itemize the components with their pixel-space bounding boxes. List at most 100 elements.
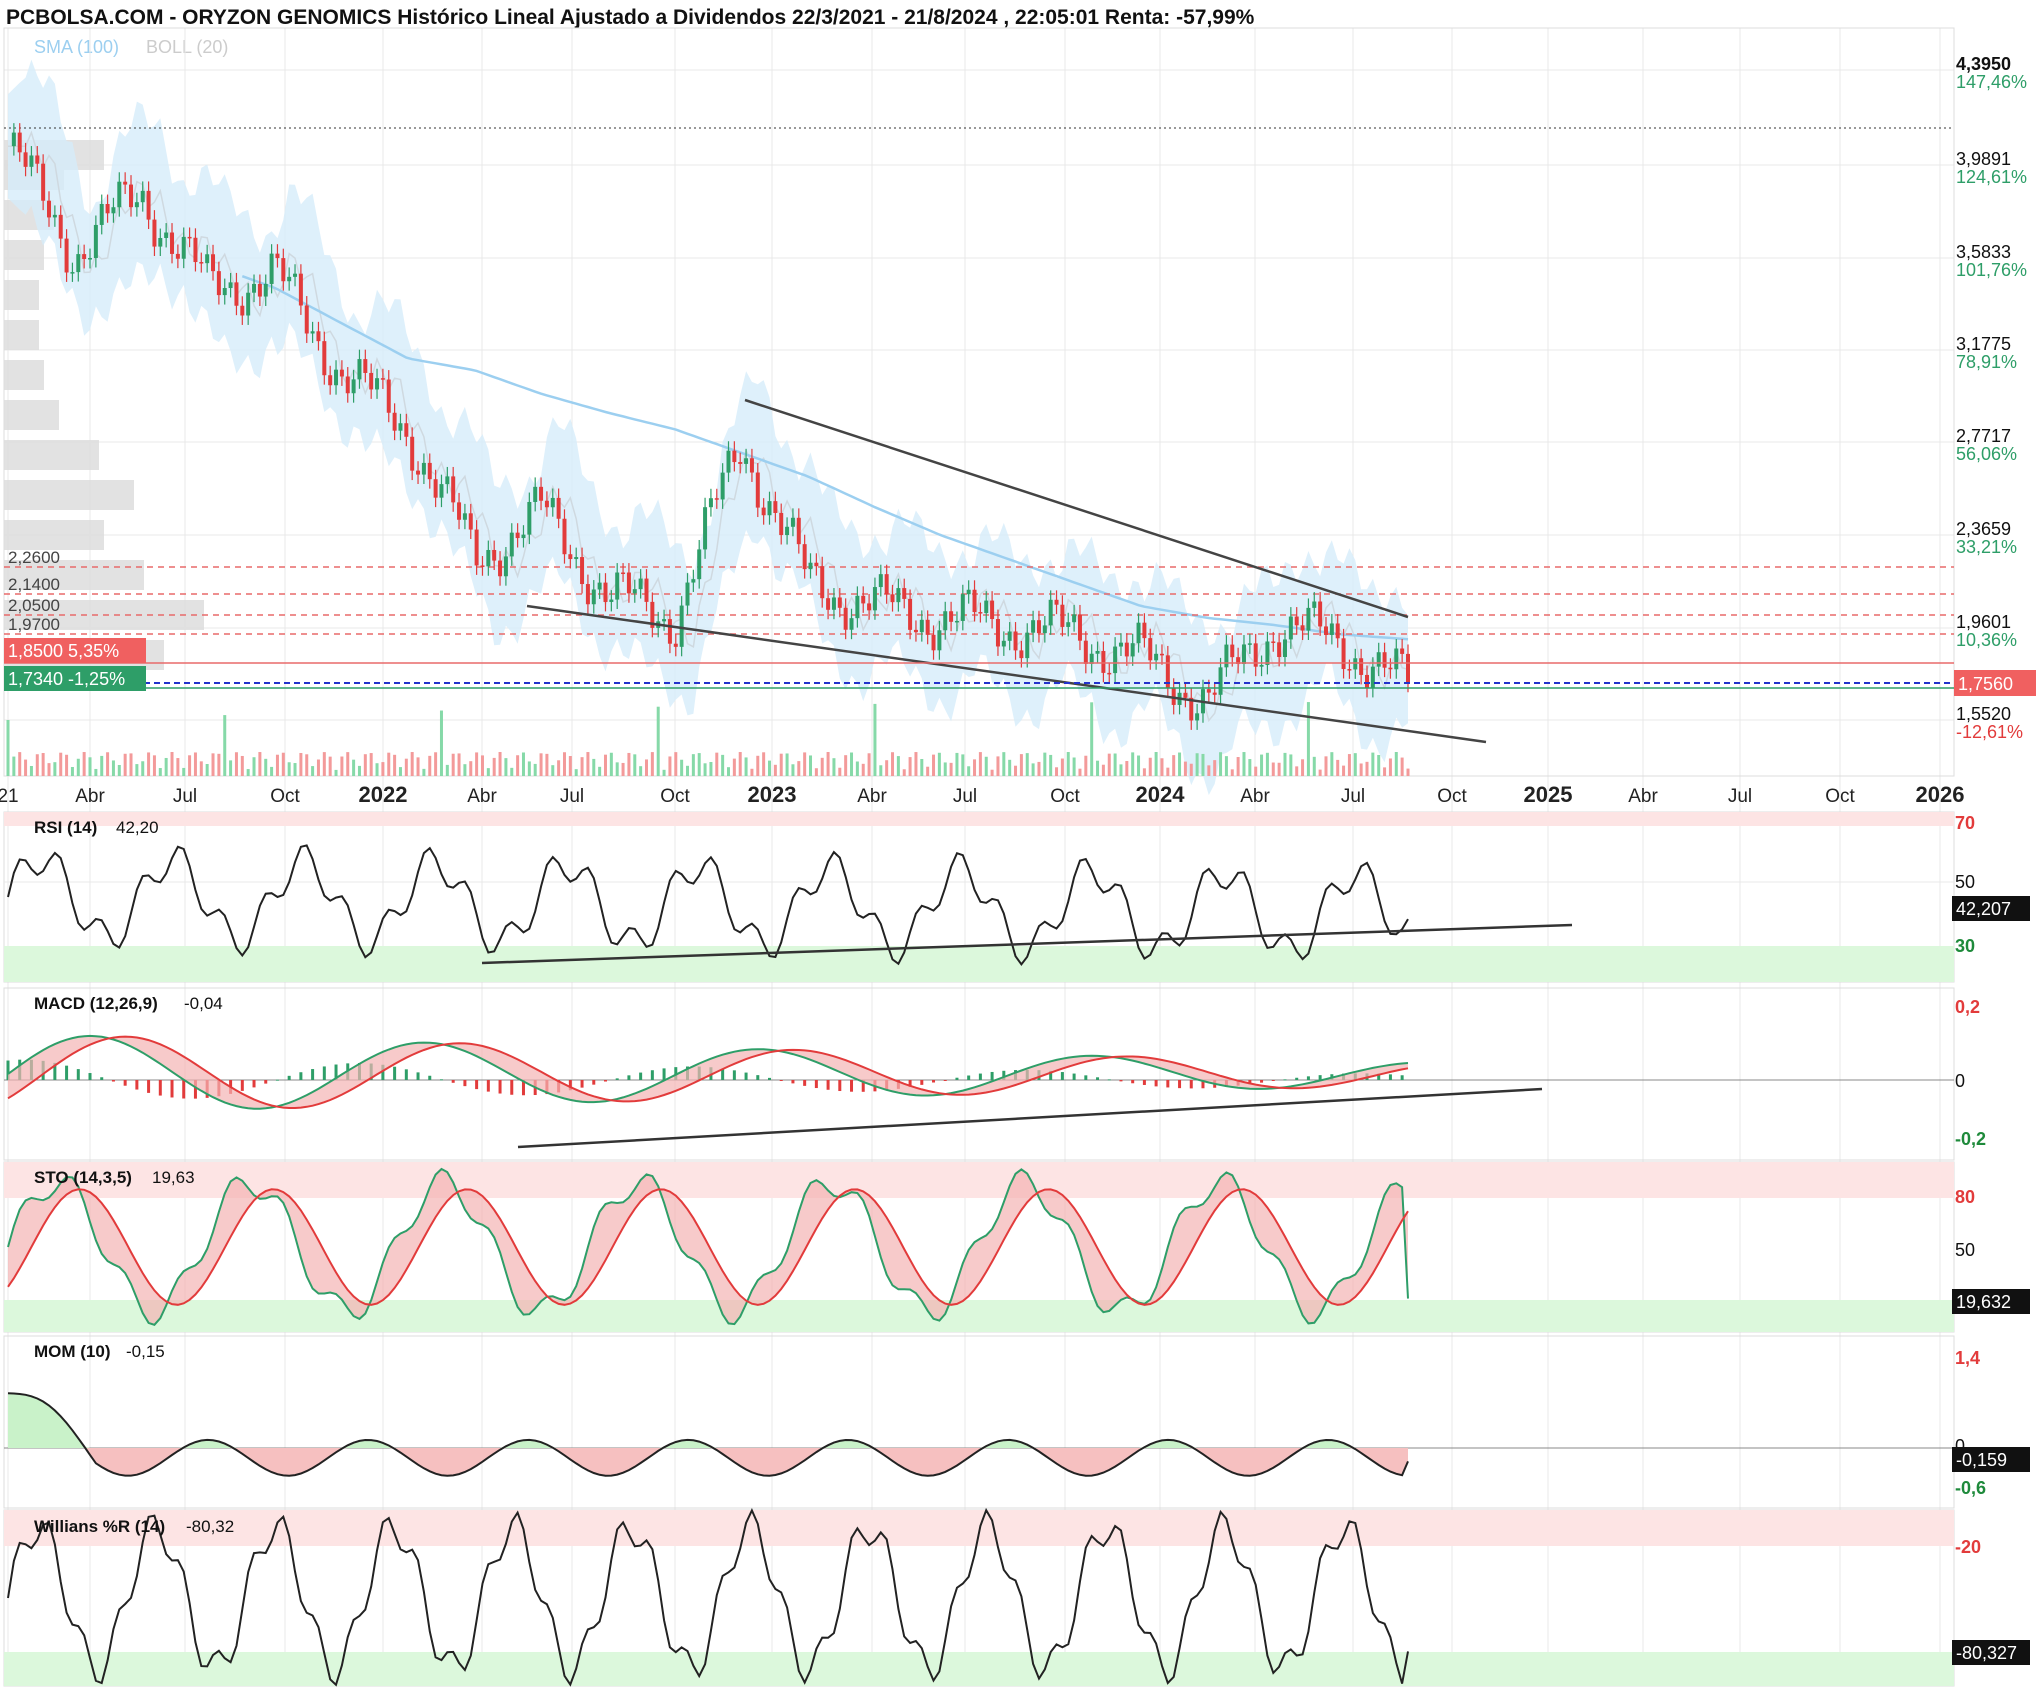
volume-bar	[117, 764, 121, 776]
candle-body	[1025, 632, 1030, 659]
volume-bar	[346, 752, 350, 776]
candle-body	[58, 214, 63, 239]
x-tick-label: Oct	[1825, 786, 1855, 807]
volume-bar	[750, 768, 754, 776]
volume-bar	[586, 752, 590, 776]
candle-body	[568, 554, 573, 560]
volume-bar	[1107, 753, 1111, 776]
price-axis-label: 3,9891	[1956, 149, 2011, 169]
candle-body	[1118, 642, 1123, 647]
volume-bar	[158, 768, 162, 776]
volume-bar	[1347, 754, 1351, 776]
candle-body	[222, 288, 227, 296]
price-pane-frame	[3, 27, 1955, 777]
candle-body	[175, 253, 180, 259]
rsi-pane: RSI (14) 42,20 70 50 30 42,207	[3, 811, 2030, 983]
candle-body	[140, 190, 145, 203]
candle-body	[1183, 692, 1188, 698]
volume-bar	[1090, 702, 1094, 776]
x-tick-label: Oct	[270, 786, 300, 807]
macd-hist-bar	[498, 1080, 502, 1094]
candle-body	[732, 450, 737, 463]
candle-body	[187, 236, 192, 239]
macd-hist-bar	[943, 1080, 947, 1081]
candle-body	[99, 203, 104, 225]
price-axis-label: 1,5520	[1956, 704, 2011, 724]
volume-bar	[258, 752, 262, 776]
macd-hist-bar	[791, 1080, 795, 1084]
candle-body	[134, 202, 139, 208]
volume-bar	[428, 755, 432, 776]
macd-hist-bar	[1271, 1080, 1275, 1082]
last-price-tag-text: 1,7560	[1958, 674, 2013, 694]
volume-bar	[1142, 768, 1146, 776]
volume-bar	[697, 753, 701, 776]
candle-body	[1329, 623, 1334, 635]
macd-hist-bar	[65, 1065, 69, 1080]
x-tick-label: Abr	[857, 786, 887, 807]
candle-body	[1370, 666, 1375, 688]
volume-bar	[217, 753, 221, 776]
macd-trendline	[517, 1087, 1543, 1149]
candle-body	[1323, 626, 1328, 635]
volume-bar	[797, 761, 801, 776]
volume-bar	[311, 766, 315, 776]
volume-bar	[1172, 755, 1176, 776]
x-tick-label: Abr	[1628, 786, 1658, 807]
sto-title: STO (14,3,5)	[34, 1168, 132, 1187]
candle-body	[410, 436, 415, 471]
volume-bar	[932, 754, 936, 776]
volume-bar	[1131, 752, 1135, 776]
volume-bar	[416, 757, 420, 776]
volume-bar	[814, 768, 818, 776]
candle-body	[1019, 650, 1024, 659]
candle-body	[1031, 620, 1036, 633]
volume-bar	[1383, 767, 1387, 776]
candle-body	[726, 450, 731, 473]
volume-bar	[182, 767, 186, 776]
macd-hist-bar	[147, 1080, 151, 1093]
volume-bar	[264, 758, 268, 776]
candle-body	[509, 532, 514, 557]
volume-bar	[650, 752, 654, 776]
volume-bar	[703, 763, 707, 776]
candle-body	[1136, 622, 1141, 644]
candle-body	[17, 132, 22, 153]
volume-bar	[1371, 752, 1375, 776]
candle-body	[1060, 604, 1065, 627]
candle-body	[503, 556, 508, 577]
macd-hist-bar	[580, 1080, 584, 1088]
rsi-value: 42,20	[116, 818, 159, 837]
volume-bar	[727, 767, 731, 776]
volume-bar	[59, 752, 63, 776]
candle-body	[298, 273, 303, 306]
candle-body	[123, 181, 128, 185]
macd-hist-bar	[662, 1068, 666, 1080]
volume-bar	[861, 763, 865, 776]
candle-body	[345, 376, 350, 394]
candle-body	[1312, 601, 1317, 608]
candle-body	[1277, 642, 1282, 658]
volume-bar	[1025, 753, 1029, 776]
volume-bar	[457, 753, 461, 776]
volume-bar	[35, 754, 39, 776]
macd-hist-bar	[322, 1066, 326, 1080]
volume-bar	[873, 703, 877, 776]
candle-body	[451, 476, 456, 503]
volume-bar	[832, 758, 836, 776]
mom-positive-fill	[8, 1393, 1408, 1448]
macd-hist-bar	[768, 1077, 772, 1080]
volume-bar	[568, 756, 572, 776]
candle-body	[462, 513, 467, 520]
volume-bar	[844, 755, 848, 776]
williams-oversold-zone	[4, 1652, 1954, 1686]
macd-hist-bar	[393, 1066, 397, 1080]
volume-bar	[1113, 753, 1117, 776]
rsi-title: RSI (14)	[34, 818, 97, 837]
mom-value: -0,15	[126, 1342, 165, 1361]
volume-bar	[1154, 752, 1158, 776]
x-tick-label: Abr	[467, 786, 497, 807]
candle-body	[269, 253, 274, 284]
macd-hist-bar	[76, 1069, 80, 1080]
volume-bar	[205, 764, 209, 776]
